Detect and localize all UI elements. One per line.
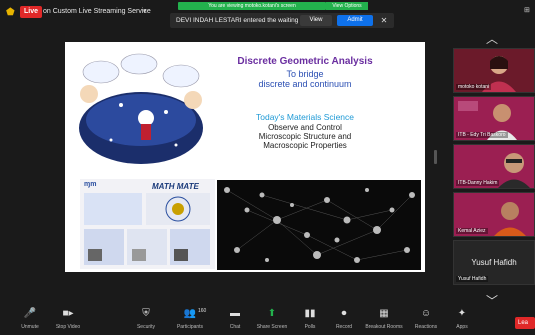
- chevron-down-icon[interactable]: ▾: [143, 6, 147, 18]
- atomic-network-image: [217, 180, 421, 270]
- body-line-1: Observe and Control: [268, 123, 342, 132]
- stop-video-button[interactable]: ■▸ Stop Video: [46, 305, 90, 330]
- participant-display-name: Yusuf Hafidh: [471, 258, 517, 267]
- top-bar: ⬟ Live on Custom Live Streaming Service …: [0, 0, 535, 40]
- stop-video-label: Stop Video: [55, 324, 81, 330]
- participant-tile[interactable]: ITB - Edy Tri Baskoro: [453, 96, 535, 141]
- participants-count: 160: [198, 308, 207, 314]
- close-icon[interactable]: ✕: [378, 14, 390, 27]
- shared-slide: Discrete Geometric Analysis To bridge di…: [65, 42, 425, 272]
- slide-title: Discrete Geometric Analysis: [237, 56, 373, 67]
- math-mate-panel: ɱm MATH MATE: [80, 179, 215, 269]
- participant-name: Yusuf Hafidh: [456, 276, 489, 282]
- apps-button[interactable]: ✦ Apps: [440, 305, 484, 330]
- view-options-button[interactable]: View Options: [326, 2, 368, 10]
- leave-button[interactable]: Lea: [515, 317, 535, 329]
- notice-text: DEVI INDAH LESTARI entered the waiting r…: [176, 17, 315, 24]
- view-button[interactable]: View: [300, 15, 332, 26]
- subtitle-line-1: To bridge: [286, 69, 324, 79]
- participant-tile[interactable]: ITB-Danny Hakim: [453, 144, 535, 189]
- security-label: Security: [136, 324, 156, 330]
- view-toggle-icon[interactable]: ⊞: [524, 6, 530, 14]
- participant-tile[interactable]: motoko kotani: [453, 48, 535, 93]
- viewing-banner: You are viewing motoko.kotani's screen: [178, 2, 326, 10]
- math-mate-diagram: [84, 193, 210, 265]
- participant-name: motoko kotani: [456, 84, 492, 90]
- participants-label: Participants: [176, 324, 204, 330]
- record-icon: ⏺: [341, 308, 347, 319]
- live-badge[interactable]: Live: [20, 6, 43, 18]
- breakout-rooms-button[interactable]: ▦ Breakout Rooms: [362, 305, 406, 330]
- waiting-room-notice: DEVI INDAH LESTARI entered the waiting r…: [170, 13, 394, 28]
- apps-icon: ✦: [457, 308, 467, 319]
- shield-icon[interactable]: ⬟: [6, 7, 16, 19]
- apps-label: Apps: [456, 324, 468, 330]
- slide-illustration: [71, 50, 211, 168]
- body-line-3: Macroscopic Properties: [263, 141, 347, 150]
- participant-tile[interactable]: Yusuf Hafidh Yusuf Hafidh: [453, 240, 535, 285]
- video-camera-icon: ■▸: [62, 308, 74, 319]
- record-button[interactable]: ⏺ Record: [322, 305, 366, 330]
- slide-heading: Today's Materials Science: [256, 112, 354, 122]
- stream-label[interactable]: on Custom Live Streaming Service: [43, 6, 151, 18]
- body-line-2: Microscopic Structure and: [258, 132, 352, 141]
- admit-button[interactable]: Admit: [337, 15, 373, 26]
- participant-name: Kemal Aziez: [456, 228, 488, 234]
- participant-name: ITB - Edy Tri Baskoro: [456, 132, 508, 138]
- breakout-rooms-label: Breakout Rooms: [365, 324, 403, 330]
- math-mate-title: MATH MATE: [152, 182, 199, 191]
- subtitle-line-2: discrete and continuum: [258, 79, 352, 89]
- panel-resize-handle[interactable]: [434, 150, 437, 164]
- participants-button[interactable]: 👥 160 Participants: [168, 305, 212, 330]
- math-mate-logo: ɱm: [84, 181, 97, 188]
- breakout-rooms-icon: ▦: [379, 308, 389, 319]
- participant-name: ITB-Danny Hakim: [456, 180, 500, 186]
- chevron-up-icon[interactable]: ︿: [486, 30, 498, 47]
- record-label: Record: [335, 324, 353, 330]
- shield-icon: ⛨: [142, 308, 150, 319]
- slide-subtitle: To bridge discrete and continuum: [215, 69, 395, 89]
- meeting-toolbar: 🎤 Unmute ■▸ Stop Video ⛨ Security 👥 160 …: [0, 305, 535, 335]
- participant-tile[interactable]: Kemal Aziez: [453, 192, 535, 237]
- security-button[interactable]: ⛨ Security: [124, 305, 168, 330]
- slide-body: Observe and Control Microscopic Structur…: [215, 123, 395, 150]
